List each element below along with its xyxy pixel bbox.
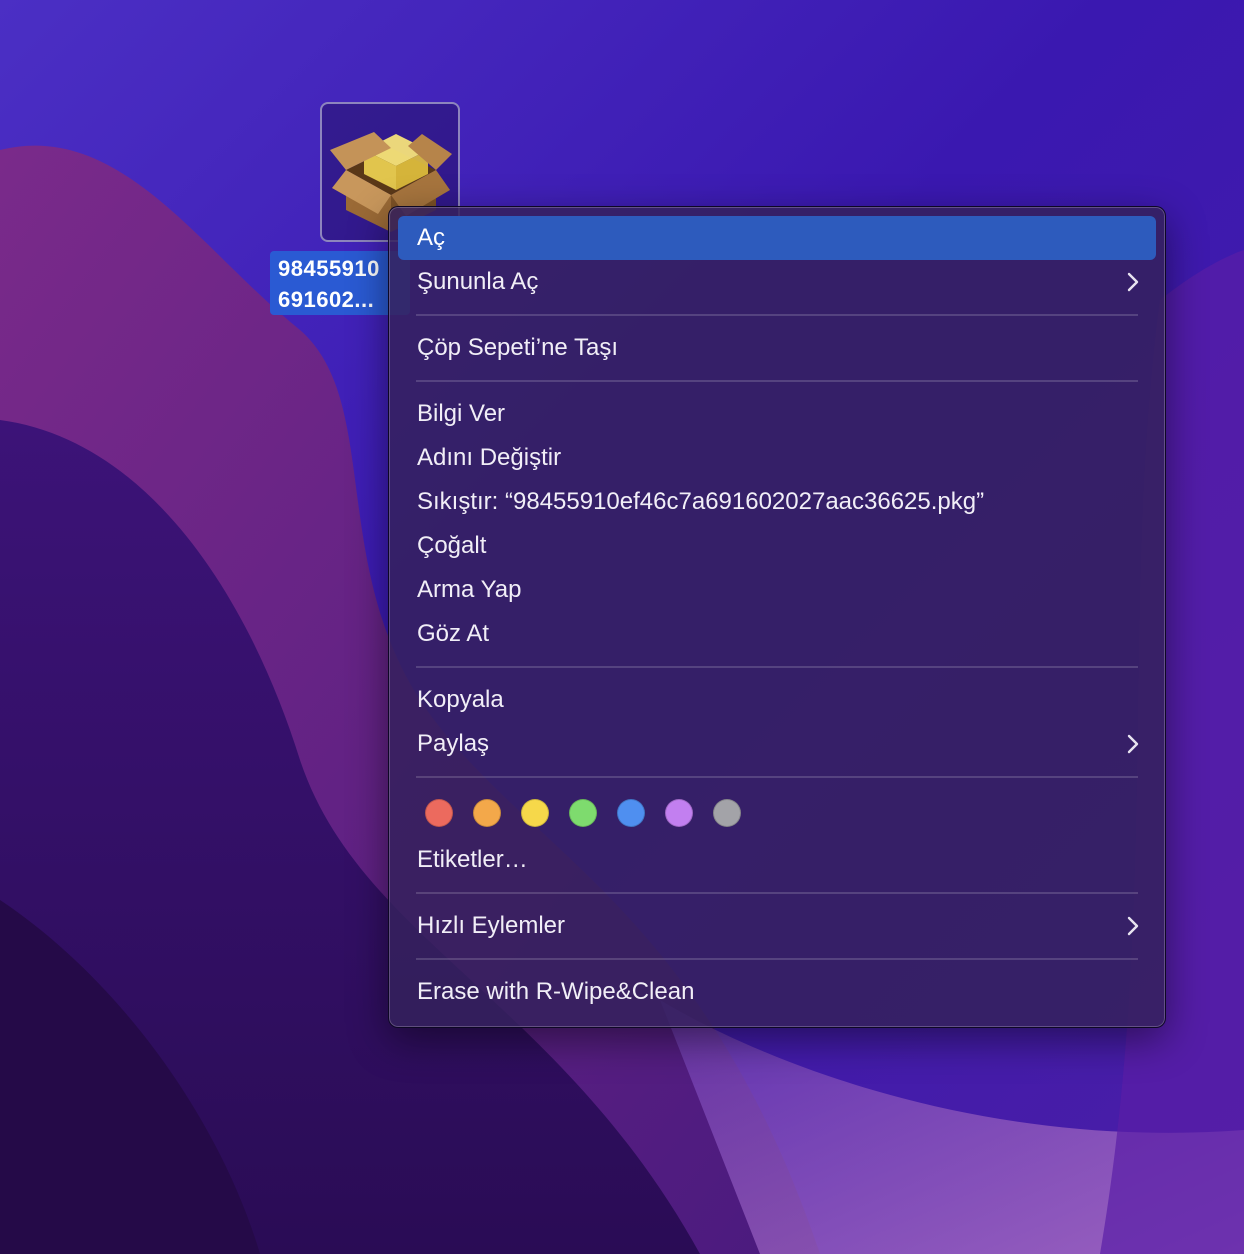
menu-item-open[interactable]: Aç [398,216,1156,260]
menu-item-duplicate[interactable]: Çoğalt [398,524,1156,568]
tag-dot-gray[interactable] [713,799,741,827]
tag-dot-yellow[interactable] [521,799,549,827]
menu-separator [416,380,1138,382]
menu-item-label: Paylaş [417,730,490,757]
tag-dot-blue[interactable] [617,799,645,827]
menu-item-move-to-trash[interactable]: Çöp Sepeti’ne Taşı [398,326,1156,370]
menu-item-label: Sıkıştır: “98455910ef46c7a691602027aac36… [417,488,985,515]
menu-item-tags[interactable]: Etiketler… [398,838,1156,882]
chevron-right-icon [1127,734,1139,754]
tag-dot-green[interactable] [569,799,597,827]
menu-item-label: Bilgi Ver [417,400,506,427]
menu-separator [416,666,1138,668]
menu-item-label: Adını Değiştir [417,444,562,471]
menu-item-label: Şununla Aç [417,268,539,295]
menu-item-label: Arma Yap [417,576,522,603]
menu-item-quick-actions[interactable]: Hızlı Eylemler [398,904,1156,948]
menu-item-erase-r-wipe[interactable]: Erase with R-Wipe&Clean [398,970,1156,1014]
menu-item-label: Hızlı Eylemler [417,912,566,939]
menu-item-copy[interactable]: Kopyala [398,678,1156,722]
menu-item-quick-look[interactable]: Göz At [398,612,1156,656]
chevron-right-icon [1127,272,1139,292]
menu-item-label: Çöp Sepeti’ne Taşı [417,334,619,361]
menu-separator [416,958,1138,960]
menu-separator [416,314,1138,316]
context-menu: Aç Şununla Aç Çöp Sepeti’ne Taşı Bilgi V… [388,206,1166,1028]
menu-item-label: Erase with R-Wipe&Clean [417,978,695,1005]
tag-dot-red[interactable] [425,799,453,827]
tag-color-row [389,788,1165,838]
menu-separator [416,892,1138,894]
menu-item-compress[interactable]: Sıkıştır: “98455910ef46c7a691602027aac36… [398,480,1156,524]
menu-item-label: Aç [417,224,446,251]
menu-item-label: Göz At [417,620,490,647]
menu-item-label: Çoğalt [417,532,487,559]
tag-dot-purple[interactable] [665,799,693,827]
menu-item-label: Kopyala [417,686,504,713]
menu-item-get-info[interactable]: Bilgi Ver [398,392,1156,436]
menu-separator [416,776,1138,778]
menu-item-rename[interactable]: Adını Değiştir [398,436,1156,480]
menu-item-share[interactable]: Paylaş [398,722,1156,766]
menu-item-make-alias[interactable]: Arma Yap [398,568,1156,612]
menu-item-label: Etiketler… [417,846,528,873]
menu-item-open-with[interactable]: Şununla Aç [398,260,1156,304]
tag-dot-orange[interactable] [473,799,501,827]
chevron-right-icon [1127,916,1139,936]
